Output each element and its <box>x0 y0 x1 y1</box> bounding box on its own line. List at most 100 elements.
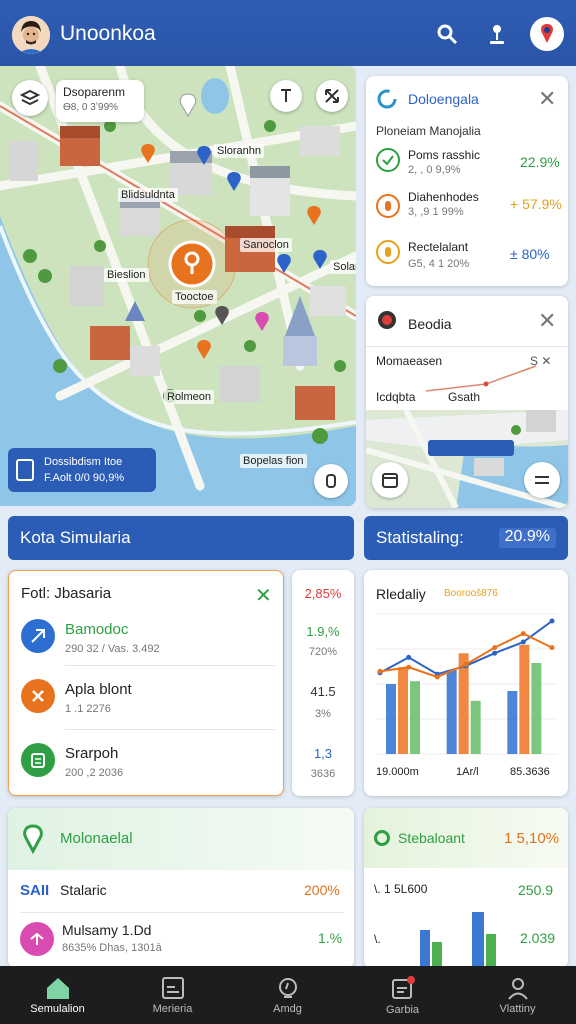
user-avatar[interactable] <box>12 16 50 54</box>
stats-row-value: ± 80% <box>510 246 550 262</box>
district-list-card: Fotl: Jbasaria ✕ Bamodoc 290 32 / Vas. 3… <box>8 570 284 796</box>
bottom-right-value: 1 5,10% <box>504 830 560 847</box>
list-item-name[interactable]: Bamodoc <box>65 621 128 638</box>
menu-icon <box>535 476 549 484</box>
chart-bar <box>446 670 457 754</box>
tag-icon <box>20 922 54 956</box>
calendar-button[interactable] <box>372 462 408 498</box>
expand-button[interactable] <box>316 80 348 112</box>
tab-garbage[interactable]: Garbia <box>345 966 460 1024</box>
stats-row-name: Poms rasshic <box>408 148 481 162</box>
map-label: Rolmeon <box>164 390 215 404</box>
tab-label: Vlattiny <box>499 1002 536 1015</box>
list-item-name[interactable]: Apla blont <box>65 681 132 698</box>
clipboard-icon <box>21 743 55 777</box>
locate-button[interactable] <box>314 464 348 498</box>
chart-bar <box>386 684 396 754</box>
map-detail-title: Beodia <box>408 316 452 332</box>
stats-row-sub: 2, , 0 9,9% <box>408 164 461 176</box>
tab-metrics[interactable]: Merieria <box>115 966 230 1024</box>
bottom-right-row-value: 250.9 <box>518 882 554 898</box>
chart-point <box>406 664 412 670</box>
chart-x-label: 1Ar/l <box>456 766 479 778</box>
chart-bar <box>507 691 518 754</box>
pin-icon <box>376 194 400 218</box>
close-icon[interactable]: ✕ <box>538 88 556 110</box>
divider <box>20 912 344 913</box>
row-value: 200% <box>304 882 340 898</box>
calendar-icon <box>382 473 398 488</box>
chart-subtitle: Boorooš876 <box>444 588 498 599</box>
map-label: Sloranhn <box>214 144 265 158</box>
bottom-right-row-label: \. <box>374 932 381 946</box>
location-pin-icon[interactable] <box>482 19 512 49</box>
list-item-name[interactable]: Srarpoh <box>65 745 118 762</box>
stat-value: 2,85% <box>304 586 342 601</box>
chart-icon <box>161 976 184 999</box>
statistics-banner[interactable]: Statistaling: 20.9% <box>364 516 568 560</box>
location-icon <box>376 310 398 337</box>
bottom-left-card: Molonaelal SAII Stalaric 200% Mulsamy 1.… <box>8 808 354 968</box>
directions-button[interactable] <box>270 80 302 112</box>
marker-icon <box>376 240 400 264</box>
chart-card: Rledaliy Boorooš876 19.000m 1Ar/l 85.363… <box>364 570 568 796</box>
map-detail-card: Beodia ✕ Momaeasen S ✕ Icdqbta Gsath <box>366 296 568 508</box>
chart-point <box>549 645 555 651</box>
stats-row-sub: G5, 4 1 20% <box>408 258 470 270</box>
app-title: Unoonkoa <box>60 22 156 45</box>
home-icon <box>46 977 69 999</box>
stats-card-1-subtitle: Ploneiam Manojalia <box>376 124 481 138</box>
city-simulation-banner[interactable]: Kota Simularia <box>8 516 354 560</box>
map-info-line1: Dossibdism Itoe <box>44 456 123 468</box>
map-label: Sanoclon <box>240 238 292 252</box>
tab-label: Merieria <box>152 1002 193 1015</box>
tab-label: Garbia <box>385 1003 420 1016</box>
close-icon[interactable]: ✕ <box>538 310 556 332</box>
profile-button[interactable] <box>530 17 564 51</box>
list-item-sub: 1 .1 2276 <box>65 703 111 715</box>
map-info-box[interactable]: Dossibdism Itoe F.Aolt 0/0 90,9% <box>8 448 156 492</box>
tab-label: Amdg <box>273 1002 302 1015</box>
map-label: Bopelas fion <box>240 454 307 468</box>
chart-x-label: 85.3636 <box>510 766 550 778</box>
city-map[interactable]: Dsoparenm Ѳ8, 0 3ʼ99% Sloranhn Blidsuldn… <box>0 66 356 506</box>
chart-bar <box>470 700 481 754</box>
chart-bar <box>531 663 542 754</box>
map-callout[interactable]: Dsoparenm Ѳ8, 0 3ʼ99% <box>56 80 144 122</box>
check-icon <box>376 148 400 172</box>
chart-point <box>492 650 498 656</box>
row-prefix: SAII <box>20 882 50 899</box>
mini-bar <box>486 934 496 968</box>
directions-icon <box>281 89 291 102</box>
tab-alerts[interactable]: Amdg <box>230 966 345 1024</box>
stats-row-name: Diahenhodes <box>408 190 479 204</box>
menu-button[interactable] <box>524 462 560 498</box>
growth-icon <box>21 619 55 653</box>
bottom-left-title: Molonaelal <box>60 830 133 847</box>
tab-profile[interactable]: Vlattiny <box>460 966 575 1024</box>
map-callout-title: Dsoparenm <box>63 85 126 99</box>
map-callout-sub: Ѳ8, 0 3ʼ99% <box>63 102 119 113</box>
search-icon[interactable] <box>432 19 462 49</box>
map-pin-icon <box>20 824 46 859</box>
stats-card-1: Doloengala ✕ Ploneiam Manojalia Poms ras… <box>366 76 568 286</box>
route-pill[interactable] <box>428 440 514 456</box>
chart-point <box>377 668 383 674</box>
stats-row-value: 22.9% <box>520 154 560 170</box>
chart-x-label: 19.000m <box>376 766 419 778</box>
stat-sub: 720% <box>308 646 338 658</box>
expand-icon <box>325 89 339 103</box>
chart-point <box>520 639 526 645</box>
close-icon[interactable]: ✕ <box>255 583 272 608</box>
layers-button[interactable] <box>12 80 48 116</box>
chart-point <box>520 631 526 637</box>
stats-column: 2,85% 1.9,% 720% 41.5 3% 1,3 3636 <box>292 570 354 796</box>
tab-simulation[interactable]: Semulalion <box>0 966 115 1024</box>
layers-icon <box>20 89 40 106</box>
locate-icon <box>326 474 336 488</box>
row-name[interactable]: Mulsamy 1.Dd <box>62 922 151 938</box>
stats-row-sub: 3, ,9 1 99% <box>408 206 464 218</box>
row-name[interactable]: Stalaric <box>60 882 107 898</box>
mini-bar <box>432 942 442 968</box>
row-sub: 8635% Dhas, 1301ā <box>62 942 162 954</box>
